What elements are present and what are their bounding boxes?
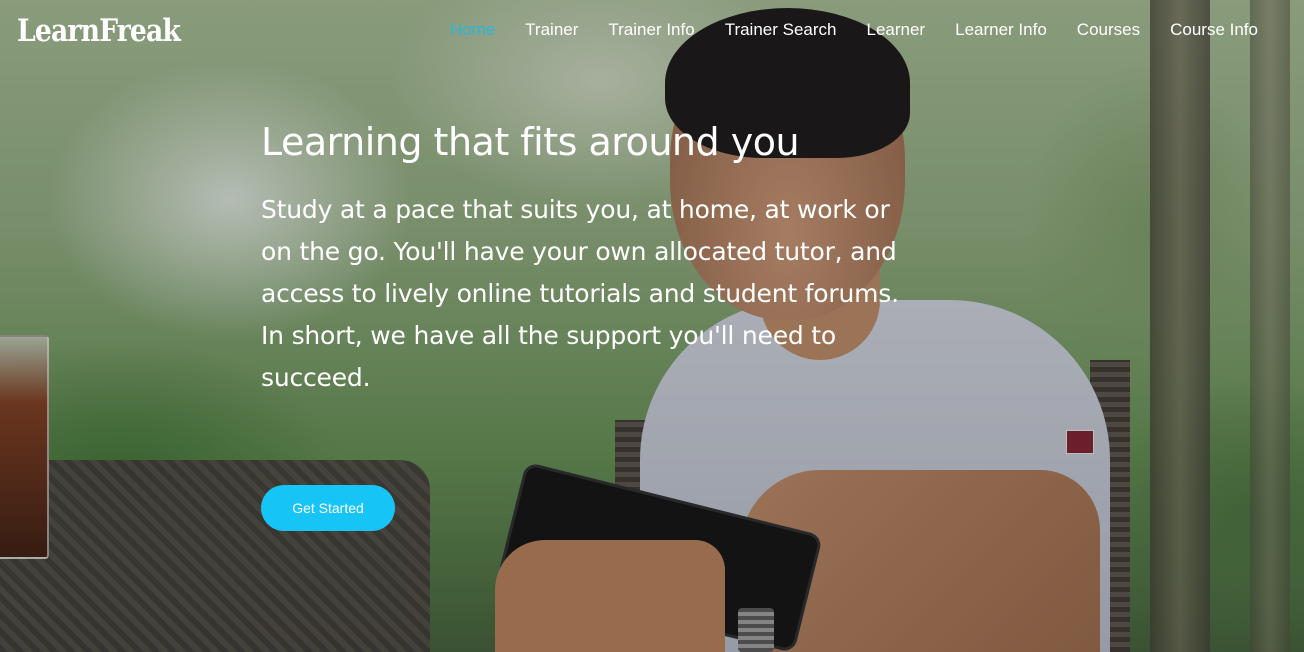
nav-item: Trainer Info	[608, 18, 694, 42]
hero-description: Study at a pace that suits you, at home,…	[261, 195, 899, 392]
nav-link-trainer[interactable]: Trainer	[525, 20, 578, 39]
nav-item: Trainer	[525, 18, 578, 42]
nav-menu: Home Trainer Trainer Info Trainer Search Lea…	[450, 18, 1258, 42]
nav-item: Course Info	[1170, 18, 1258, 42]
hero-title: Learning that fits around you	[261, 120, 800, 164]
nav-link-learner[interactable]: Learner	[867, 20, 926, 39]
get-started-button[interactable]: Get Started	[261, 485, 395, 531]
hero-content: Learning that fits around you Study at a…	[261, 115, 921, 399]
nav-item: Trainer Search	[725, 18, 837, 42]
nav-link-trainer-search[interactable]: Trainer Search	[725, 20, 837, 39]
nav-link-home[interactable]: Home	[450, 20, 495, 39]
nav-item: Learner Info	[955, 18, 1047, 42]
nav-link-course-info[interactable]: Course Info	[1170, 20, 1258, 39]
top-navbar: LearnFreak Home Trainer Trainer Info Traine…	[0, 0, 1304, 60]
nav-item: Learner	[867, 18, 926, 42]
hero-section: LearnFreak Home Trainer Trainer Info Traine…	[0, 0, 1304, 652]
nav-link-trainer-info[interactable]: Trainer Info	[608, 20, 694, 39]
nav-link-courses[interactable]: Courses	[1077, 20, 1140, 39]
nav-item: Courses	[1077, 18, 1140, 42]
nav-link-learner-info[interactable]: Learner Info	[955, 20, 1047, 39]
nav-item: Home	[450, 18, 495, 42]
brand-logo[interactable]: LearnFreak	[17, 12, 181, 50]
